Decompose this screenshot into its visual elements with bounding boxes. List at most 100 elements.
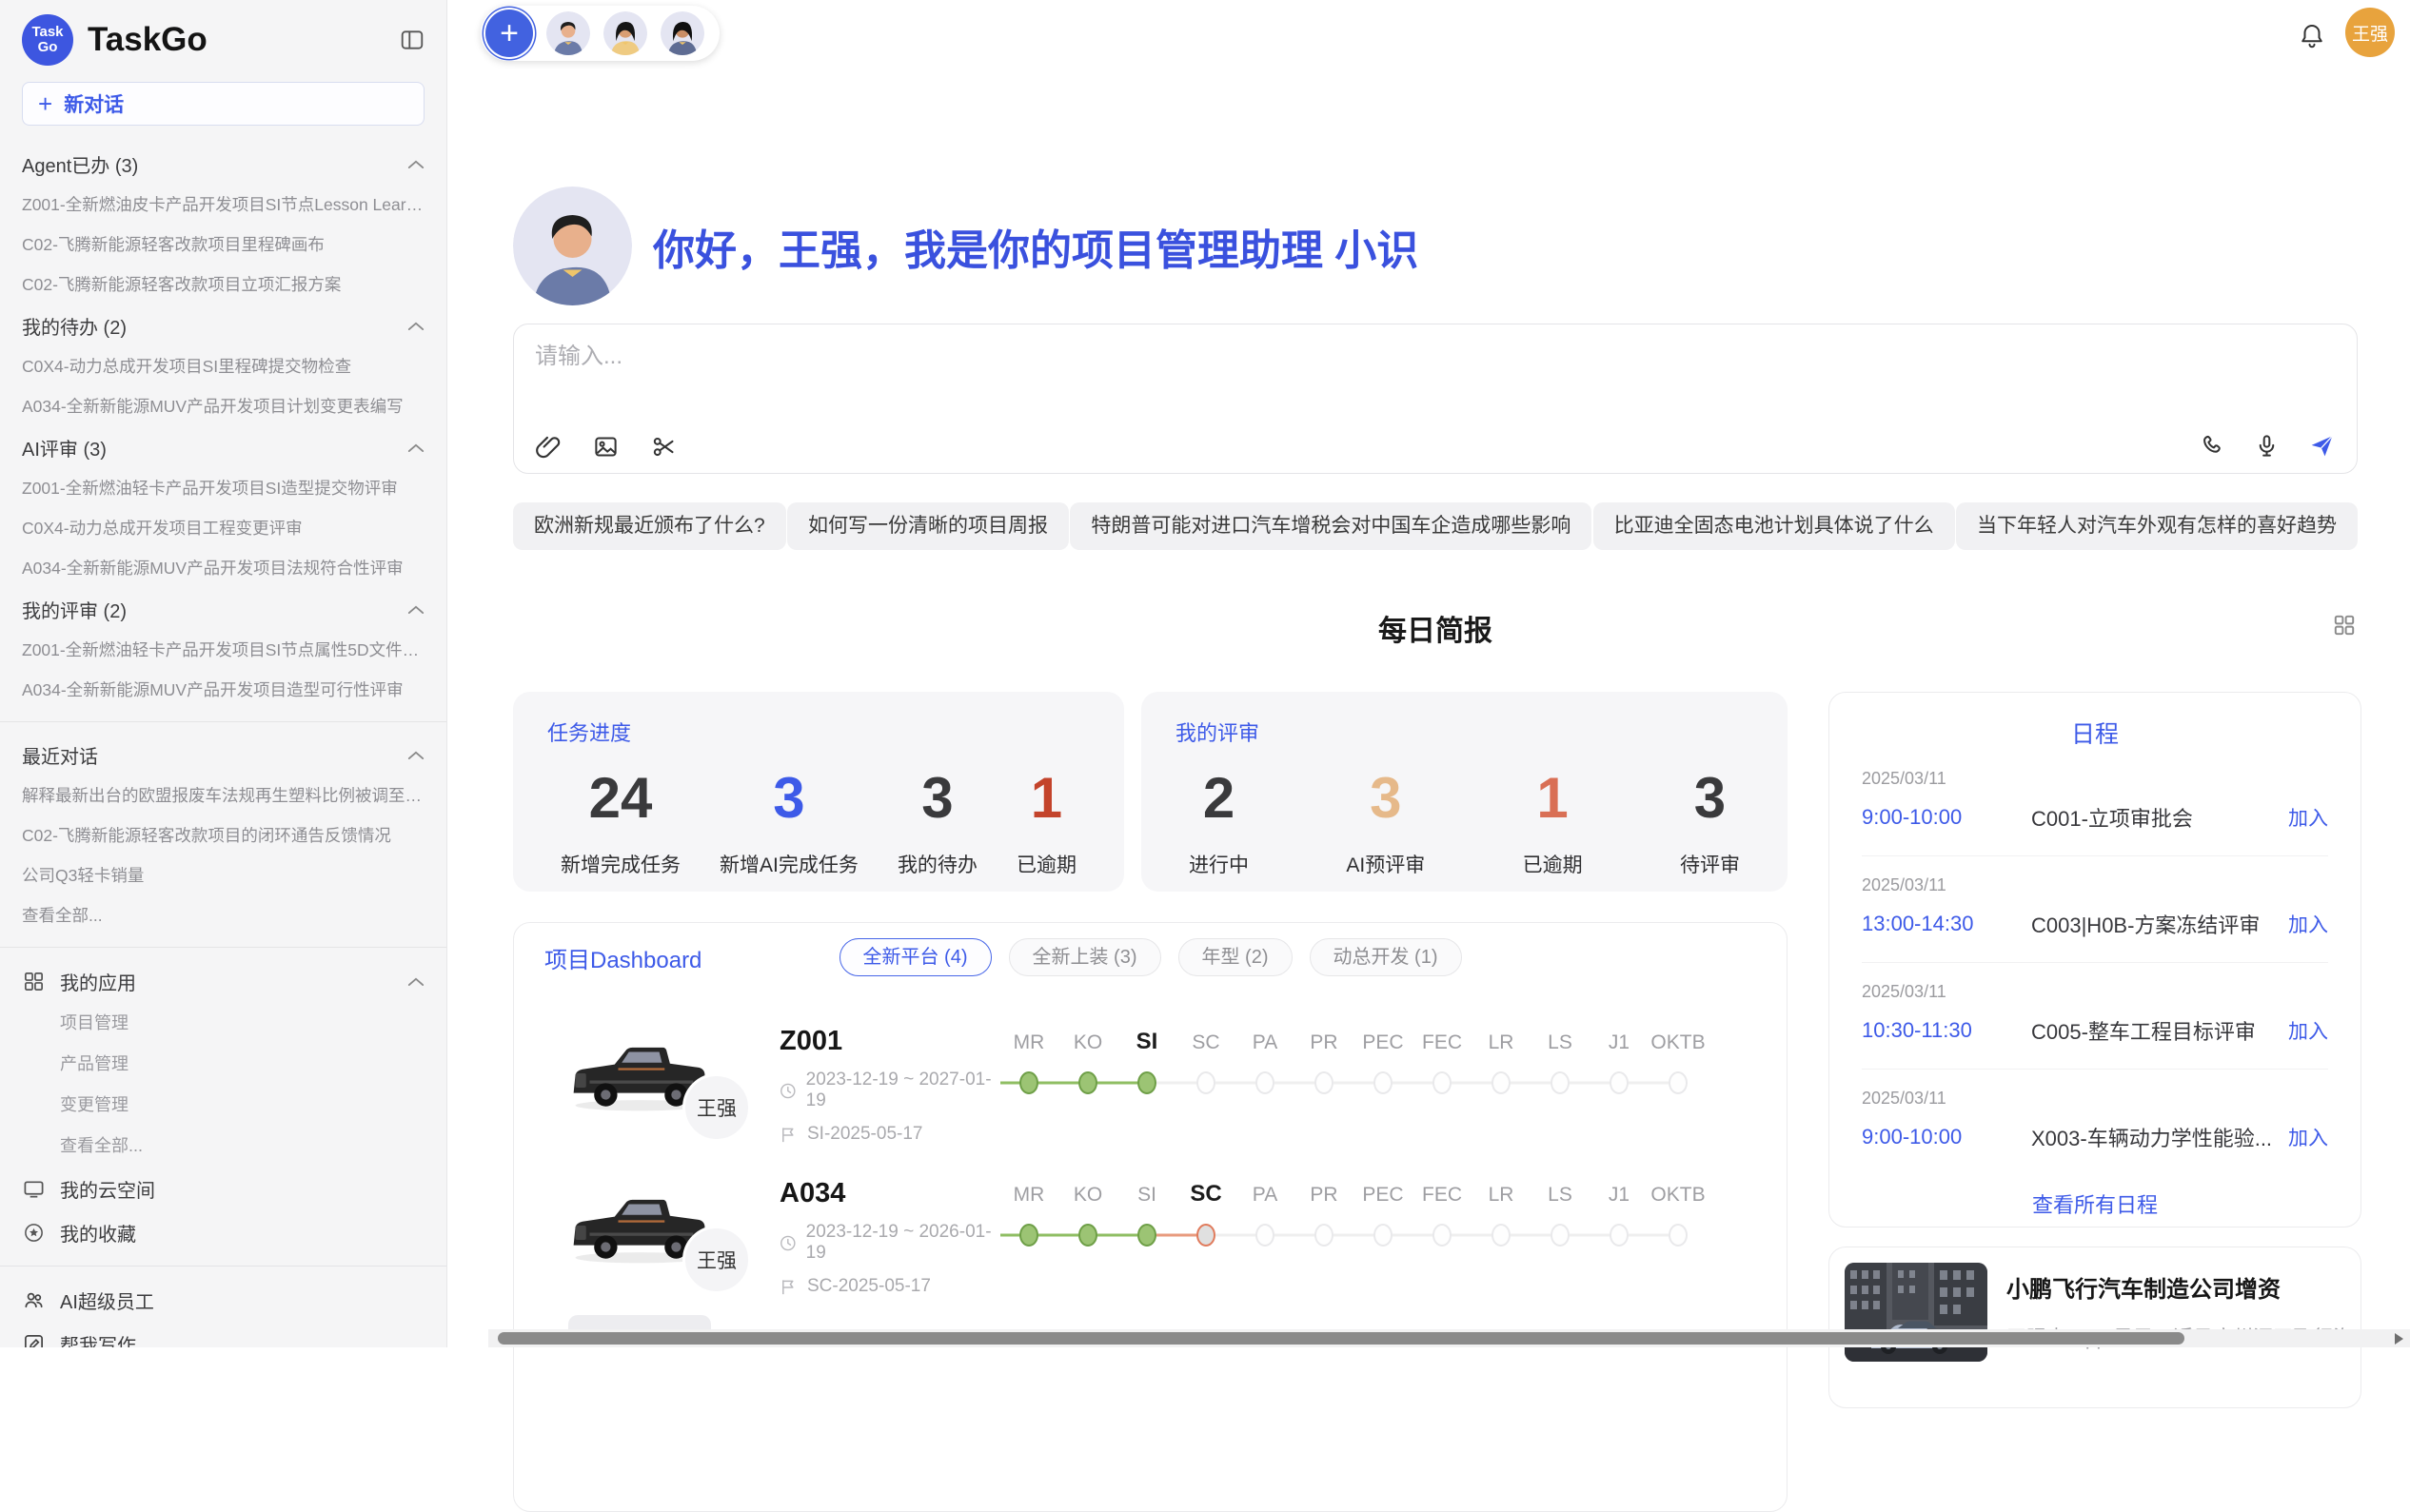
recent-chat-item[interactable]: 公司Q3轻卡销量 (22, 855, 425, 895)
svg-text:OKTB: OKTB (1650, 1031, 1705, 1053)
svg-text:SC: SC (1190, 1181, 1221, 1207)
scrollbar-right-arrow[interactable] (2395, 1333, 2403, 1345)
recent-chat-item[interactable]: C02-飞腾新能源轻客改款项目的闭环通告反馈情况 (22, 815, 425, 855)
sidebar-tool-item[interactable]: AI超级员工 (22, 1278, 425, 1322)
sidebar-chat-item[interactable]: C0X4-动力总成开发项目工程变更评审 (22, 508, 425, 548)
suggestion-chip[interactable]: 欧洲新规最近颁布了什么? (513, 502, 786, 550)
project-image: 王强 (568, 1178, 711, 1273)
project-code: Z001 (780, 1026, 997, 1057)
star-badge-icon (22, 1221, 45, 1244)
dashboard-tab[interactable]: 全新上装 (3) (1009, 938, 1161, 976)
sidebar-section-header[interactable]: 我的评审 (2) (22, 588, 425, 630)
write-icon (22, 1332, 45, 1347)
new-chat-label: 新对话 (64, 89, 124, 118)
sidebar-chat-item[interactable]: C0X4-动力总成开发项目SI里程碑提交物检查 (22, 346, 425, 386)
sidebar-section-header[interactable]: Agent已办 (3) (22, 143, 425, 185)
svg-text:LR: LR (1489, 1031, 1514, 1053)
sidebar-item-label: 我的收藏 (60, 1219, 425, 1247)
sidebar-chat-item[interactable]: Z001-全新燃油轻卡产品开发项目SI节点属性5D文件评审 (22, 630, 425, 670)
sidebar-chat-item[interactable]: Z001-全新燃油轻卡产品开发项目SI造型提交物评审 (22, 468, 425, 508)
sidebar-item-star-badge-icon[interactable]: 我的收藏 (22, 1210, 425, 1254)
project-row[interactable]: 王强Z0012023-12-19 ~ 2027-01-19SI-2025-05-… (514, 1026, 1787, 1144)
app-sub-item[interactable]: 项目管理 (22, 1003, 425, 1044)
add-workspace-button[interactable]: + (485, 10, 533, 57)
stat-label: 进行中 (1189, 850, 1249, 878)
sidebar-section-header[interactable]: AI评审 (3) (22, 426, 425, 468)
join-meeting-link[interactable]: 加入 (2288, 803, 2328, 832)
stat-item: 3新增AI完成任务 (720, 768, 859, 878)
svg-text:J1: J1 (1609, 1184, 1630, 1206)
sidebar-chat-item[interactable]: A034-全新新能源MUV产品开发项目造型可行性评审 (22, 670, 425, 710)
workspace-avatar-1[interactable] (546, 11, 590, 55)
paperclip-icon[interactable] (535, 434, 561, 460)
svg-text:KO: KO (1074, 1184, 1102, 1206)
image-icon[interactable] (593, 434, 619, 460)
chevron-up-icon (407, 321, 425, 331)
chevron-up-icon (407, 604, 425, 615)
suggestion-chip[interactable]: 特朗普可能对进口汽车增税会对中国车企造成哪些影响 (1070, 502, 1591, 550)
section-title: 我的评审 (2) (22, 596, 127, 623)
notification-bell-icon[interactable] (2298, 21, 2326, 54)
app-sub-item[interactable]: 变更管理 (22, 1085, 425, 1126)
project-timeline: MRKOSISCPAPRPECFECLRLSJ1OKTB (1000, 1024, 1787, 1120)
svg-text:LS: LS (1548, 1184, 1572, 1206)
sidebar-tool-item[interactable]: 帮我写作 (22, 1322, 425, 1347)
my-apps-label: 我的应用 (60, 968, 392, 995)
schedule-item: 2025/03/119:00-10:00C001-立项审批会加入 (1862, 750, 2328, 855)
svg-text:LS: LS (1548, 1031, 1572, 1053)
app-sub-item[interactable]: 产品管理 (22, 1044, 425, 1085)
join-meeting-link[interactable]: 加入 (2288, 1123, 2328, 1151)
scissors-icon[interactable] (651, 434, 677, 460)
plus-icon: + (38, 89, 52, 119)
sidebar-item-my-apps[interactable]: 我的应用 (22, 959, 425, 1003)
section-title: Agent已办 (3) (22, 150, 138, 178)
svg-text:PR: PR (1310, 1031, 1337, 1053)
user-avatar[interactable]: 王强 (2345, 8, 2395, 57)
new-chat-button[interactable]: + 新对话 (22, 82, 425, 126)
send-icon[interactable] (2308, 432, 2336, 460)
scrollbar-thumb[interactable] (498, 1332, 2184, 1345)
stat-row: 24新增完成任务3新增AI完成任务3我的待办1已逾期 (547, 768, 1090, 878)
phone-icon[interactable] (2200, 433, 2225, 459)
sidebar-item-cloud-space-icon[interactable]: 我的云空间 (22, 1167, 425, 1210)
greeting: 你好，王强，我是你的项目管理助理 小识 (513, 187, 1418, 305)
greeting-text: 你好，王强，我是你的项目管理助理 小识 (653, 216, 1418, 277)
app-sub-item[interactable]: 查看全部... (22, 1126, 425, 1167)
workspace-avatar-2[interactable] (603, 11, 647, 55)
recent-chat-item[interactable]: 解释最新出台的欧盟报废车法规再生塑料比例被调至15%... (22, 776, 425, 815)
view-all-chats-link[interactable]: 查看全部... (22, 895, 425, 935)
view-all-schedule-link[interactable]: 查看所有日程 (1862, 1175, 2328, 1232)
join-meeting-link[interactable]: 加入 (2288, 1016, 2328, 1045)
briefing-grid-icon[interactable] (2332, 613, 2357, 642)
sidebar-chat-item[interactable]: A034-全新新能源MUV产品开发项目法规符合性评审 (22, 548, 425, 588)
stat-label: 已逾期 (1523, 850, 1583, 878)
suggestion-chip[interactable]: 如何写一份清晰的项目周报 (787, 502, 1069, 550)
chevron-up-icon (407, 976, 425, 987)
svg-text:SC: SC (1192, 1031, 1219, 1053)
schedule-item: 2025/03/1110:30-11:30C005-整车工程目标评审加入 (1862, 962, 2328, 1069)
suggestion-chip[interactable]: 当下年轻人对汽车外观有怎样的喜好趋势 (1956, 502, 2358, 550)
chat-input[interactable] (535, 344, 2336, 370)
mic-icon[interactable] (2254, 433, 2280, 459)
users-icon (22, 1288, 45, 1311)
my-review-card: 我的评审2进行中3AI预评审1已逾期3待评审 (1141, 692, 1788, 892)
dashboard-tab[interactable]: 动总开发 (1) (1310, 938, 1462, 976)
sidebar-chat-item[interactable]: Z001-全新燃油皮卡产品开发项目SI节点Lesson Learn报告 (22, 185, 425, 225)
project-flag-text: SI-2025-05-17 (807, 1124, 922, 1145)
sidebar-collapse-icon[interactable] (400, 28, 425, 52)
sidebar-chat-item[interactable]: C02-飞腾新能源轻客改款项目里程碑画布 (22, 225, 425, 265)
svg-text:PR: PR (1310, 1184, 1337, 1206)
sidebar-chat-item[interactable]: A034-全新新能源MUV产品开发项目计划变更表编写 (22, 386, 425, 426)
sidebar-chat-item[interactable]: C02-飞腾新能源轻客改款项目立项汇报方案 (22, 265, 425, 304)
sidebar-section-header[interactable]: 最近对话 (22, 734, 425, 776)
project-row[interactable]: 王强A0342023-12-19 ~ 2026-01-19SC-2025-05-… (514, 1178, 1787, 1296)
news-card[interactable]: 小鹏飞行汽车制造公司增资 天眼查 App 显示，近日广州汇天飞行汽... (1828, 1247, 2361, 1408)
workspace-avatar-3[interactable] (661, 11, 704, 55)
suggestion-chip[interactable]: 比亚迪全固态电池计划具体说了什么 (1593, 502, 1955, 550)
sidebar-section-header[interactable]: 我的待办 (2) (22, 304, 425, 346)
join-meeting-link[interactable]: 加入 (2288, 910, 2328, 938)
stat-value: 3 (1680, 768, 1740, 829)
dashboard-tab[interactable]: 年型 (2) (1178, 938, 1293, 976)
dashboard-tab[interactable]: 全新平台 (4) (840, 938, 992, 976)
horizontal-scrollbar[interactable] (488, 1329, 2410, 1347)
